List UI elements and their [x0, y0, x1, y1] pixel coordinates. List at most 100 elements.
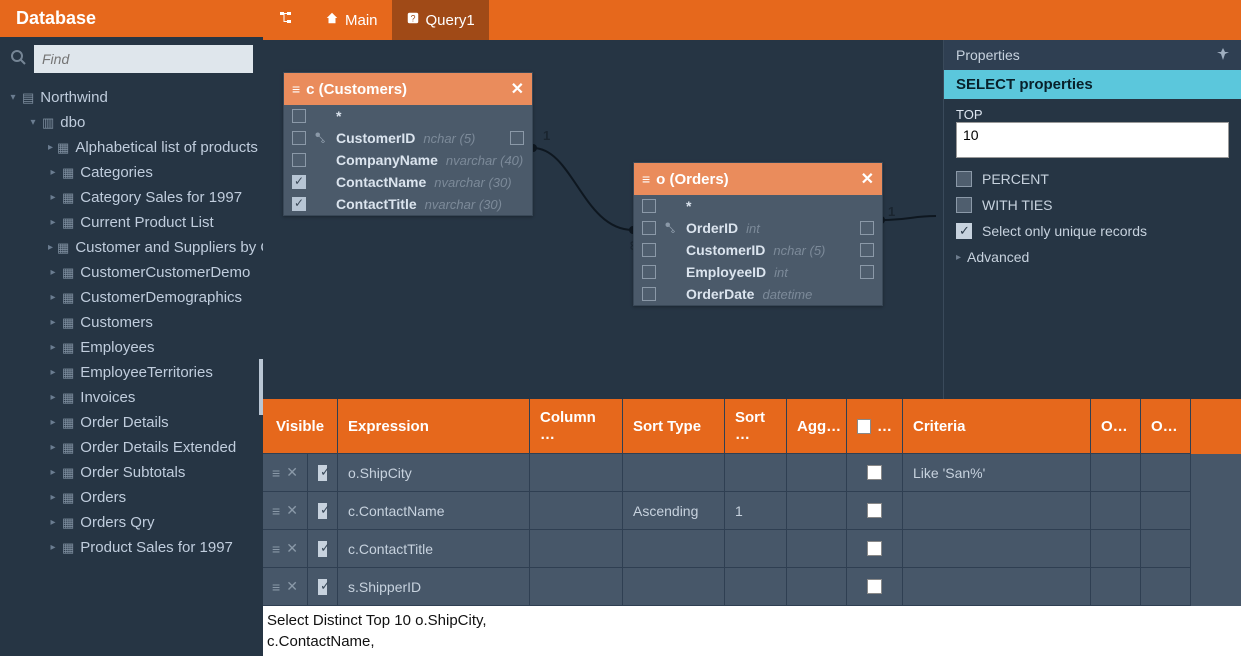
tree-root-northwind[interactable]: ▾ ▤ Northwind	[0, 85, 263, 110]
card-header[interactable]: ≡ c (Customers) ✕	[284, 73, 532, 105]
cell-expression[interactable]: c.ContactName	[338, 492, 530, 530]
checkbox-icon[interactable]	[292, 109, 306, 123]
cell-or[interactable]	[1141, 568, 1191, 606]
column-row[interactable]: ContactTitlenvarchar (30)	[284, 193, 532, 215]
top-input[interactable]: 10	[956, 122, 1229, 158]
tree-table-item[interactable]: ▸▦Customer and Suppliers by C	[0, 235, 263, 260]
cell-expression[interactable]: s.ShipperID	[338, 568, 530, 606]
checkbox-icon[interactable]	[642, 265, 656, 279]
grid-row[interactable]: ≡ ✕ c.ContactName Ascending 1	[263, 492, 1241, 530]
column-row[interactable]: CustomerIDnchar (5)	[634, 239, 882, 261]
checkbox-checked-icon[interactable]	[292, 175, 306, 189]
tree-table-item[interactable]: ▸▦CustomerCustomerDemo	[0, 260, 263, 285]
tree-table-item[interactable]: ▸▦Category Sales for 1997	[0, 185, 263, 210]
checkbox-icon[interactable]	[292, 131, 306, 145]
cell-expression[interactable]: o.ShipCity	[338, 454, 530, 492]
checkbox-icon[interactable]	[956, 171, 972, 187]
grid-header-column[interactable]: Column …	[530, 399, 623, 454]
checkbox-icon[interactable]	[642, 199, 656, 213]
checkbox-checked-icon[interactable]	[292, 197, 306, 211]
checkbox-icon[interactable]	[956, 197, 972, 213]
advanced-toggle[interactable]: ▸ Advanced	[956, 249, 1229, 265]
checkbox-icon[interactable]	[867, 465, 882, 480]
grid-header-sorttype[interactable]: Sort Type	[623, 399, 725, 454]
grid-row[interactable]: ≡ ✕ c.ContactTitle	[263, 530, 1241, 568]
drag-icon[interactable]: ≡	[272, 465, 280, 481]
tab-main[interactable]: Main	[311, 0, 392, 40]
cell-grouping[interactable]	[847, 454, 903, 492]
column-row[interactable]: OrderIDint	[634, 217, 882, 239]
tree-table-item[interactable]: ▸▦EmployeeTerritories	[0, 360, 263, 385]
visible-checkbox-checked-icon[interactable]	[318, 541, 327, 557]
cell-columnname[interactable]	[530, 454, 623, 492]
tab-structure-button[interactable]	[263, 0, 311, 40]
checkbox-icon[interactable]	[292, 153, 306, 167]
cell-aggregate[interactable]	[787, 492, 847, 530]
tab-query1[interactable]: ? Query1	[392, 0, 489, 40]
tree-table-item[interactable]: ▸▦Orders	[0, 485, 263, 510]
tree-table-item[interactable]: ▸▦Invoices	[0, 385, 263, 410]
cell-grouping[interactable]	[847, 492, 903, 530]
checkbox-icon[interactable]	[642, 243, 656, 257]
tree-table-item[interactable]: ▸▦CustomerDemographics	[0, 285, 263, 310]
cell-aggregate[interactable]	[787, 454, 847, 492]
query-canvas[interactable]: 1 ∞ 1 ≡ c (Customers) ✕ *CustomerIDnchar…	[263, 40, 1241, 399]
cell-sorttype[interactable]	[623, 530, 725, 568]
grid-header-sortorder[interactable]: Sort …	[725, 399, 787, 454]
cell-columnname[interactable]	[530, 492, 623, 530]
tree-table-item[interactable]: ▸▦Categories	[0, 160, 263, 185]
close-icon[interactable]: ✕	[861, 169, 874, 189]
checkbox-icon[interactable]	[642, 287, 656, 301]
cell-aggregate[interactable]	[787, 530, 847, 568]
tree-table-item[interactable]: ▸▦Alphabetical list of products	[0, 135, 263, 160]
column-row[interactable]: CompanyNamenvarchar (40)	[284, 149, 532, 171]
relation-handle[interactable]	[860, 243, 874, 257]
checkbox-checked-icon[interactable]	[956, 223, 972, 239]
cell-sortorder[interactable]	[725, 530, 787, 568]
withties-checkbox-row[interactable]: WITH TIES	[956, 197, 1229, 213]
relation-handle[interactable]	[860, 221, 874, 235]
menu-icon[interactable]: ≡	[292, 81, 300, 97]
cell-criteria[interactable]	[903, 492, 1091, 530]
cell-expression[interactable]: c.ContactTitle	[338, 530, 530, 568]
tree-table-item[interactable]: ▸▦Order Details Extended	[0, 435, 263, 460]
delete-icon[interactable]: ✕	[286, 578, 298, 595]
menu-icon[interactable]: ≡	[642, 171, 650, 187]
tree-table-item[interactable]: ▸▦Customers	[0, 310, 263, 335]
column-row[interactable]: CustomerIDnchar (5)	[284, 127, 532, 149]
grid-header-or[interactable]: O…	[1091, 399, 1141, 454]
column-row[interactable]: EmployeeIDint	[634, 261, 882, 283]
database-tree[interactable]: ▾ ▤ Northwind ▾ ▥ dbo ▸▦Alphabetical lis…	[0, 81, 263, 656]
tree-table-item[interactable]: ▸▦Employees	[0, 335, 263, 360]
cell-sorttype[interactable]: Ascending	[623, 492, 725, 530]
cell-or[interactable]	[1091, 530, 1141, 568]
pin-icon[interactable]	[1217, 47, 1229, 63]
relation-handle[interactable]	[510, 131, 524, 145]
cell-grouping[interactable]	[847, 530, 903, 568]
checkbox-icon[interactable]	[642, 221, 656, 235]
column-row[interactable]: *	[634, 195, 882, 217]
checkbox-icon[interactable]	[867, 541, 882, 556]
sql-output[interactable]: Select Distinct Top 10 o.ShipCity, c.Con…	[263, 606, 1241, 656]
cell-or[interactable]	[1141, 530, 1191, 568]
cell-sortorder[interactable]	[725, 454, 787, 492]
grid-header-aggregate[interactable]: Agg…	[787, 399, 847, 454]
cell-criteria[interactable]: Like 'San%'	[903, 454, 1091, 492]
checkbox-icon[interactable]	[867, 503, 882, 518]
delete-icon[interactable]: ✕	[286, 502, 298, 519]
tree-table-item[interactable]: ▸▦Product Sales for 1997	[0, 535, 263, 560]
cell-aggregate[interactable]	[787, 568, 847, 606]
column-row[interactable]: OrderDatedatetime	[634, 283, 882, 305]
cell-sortorder[interactable]: 1	[725, 492, 787, 530]
column-row[interactable]: *	[284, 105, 532, 127]
cell-criteria[interactable]	[903, 530, 1091, 568]
tree-table-item[interactable]: ▸▦Order Details	[0, 410, 263, 435]
percent-checkbox-row[interactable]: PERCENT	[956, 171, 1229, 187]
column-row[interactable]: ContactNamenvarchar (30)	[284, 171, 532, 193]
tree-table-item[interactable]: ▸▦Current Product List	[0, 210, 263, 235]
cell-or[interactable]	[1141, 492, 1191, 530]
cell-or[interactable]	[1141, 454, 1191, 492]
tree-table-item[interactable]: ▸▦Order Subtotals	[0, 460, 263, 485]
visible-checkbox-checked-icon[interactable]	[318, 503, 327, 519]
close-icon[interactable]: ✕	[511, 79, 524, 99]
